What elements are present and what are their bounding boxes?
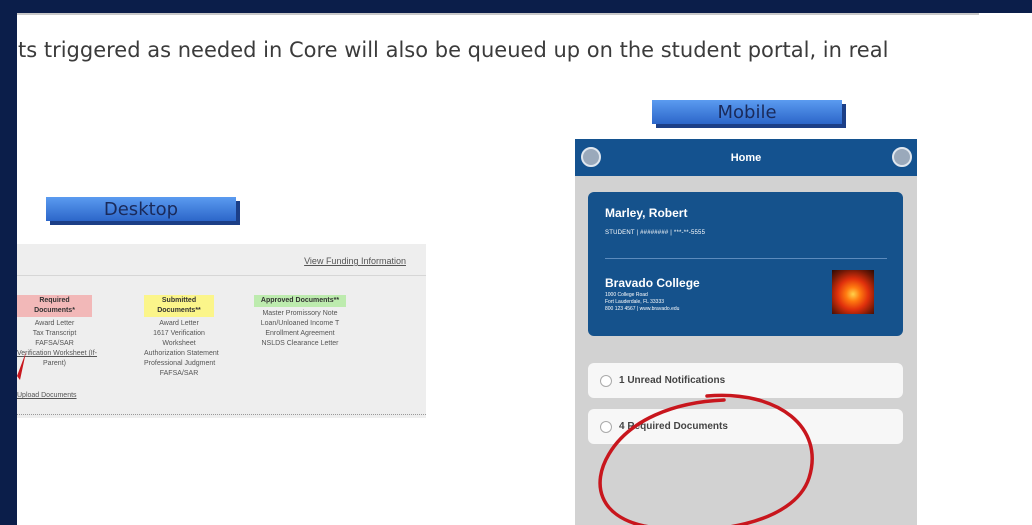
divider: [17, 275, 426, 276]
list-item: Professional Judgment: [144, 360, 216, 367]
divider: [17, 414, 426, 416]
college-name: Bravado College: [605, 276, 700, 290]
college-image: [832, 270, 874, 314]
red-annotation-arrow: [17, 352, 26, 380]
list-item[interactable]: Tax Transcript: [17, 329, 92, 339]
approved-documents-column: Approved Documents** Master Promissory N…: [254, 295, 346, 349]
divider: [605, 258, 887, 259]
mobile-screen-title: Home: [730, 151, 762, 164]
college-address: 1000 College Road Fort Lauderdale, FL 33…: [605, 292, 679, 313]
circle-icon: [600, 374, 612, 387]
list-item: Enrollment Agreement: [265, 330, 335, 337]
column-header: Approved Documents**: [254, 295, 346, 307]
slide-headline: ts triggered as needed in Core will also…: [18, 38, 889, 62]
column-header: Submitted Documents**: [144, 295, 214, 317]
address-line: 800 123 4567 | www.bravado.edu: [605, 306, 680, 312]
submitted-documents-column: Submitted Documents** Award Letter 1617 …: [144, 295, 219, 379]
slide: ts triggered as needed in Core will also…: [17, 13, 1032, 525]
desktop-tag: Desktop: [46, 197, 236, 221]
view-funding-link[interactable]: View Funding Information: [304, 256, 406, 266]
list-item[interactable]: Award Letter: [17, 319, 92, 329]
profile-icon[interactable]: [892, 147, 912, 167]
address-line: 1000 College Road: [605, 292, 648, 298]
notifications-label: 1 Unread Notifications: [619, 375, 726, 386]
address-line: Fort Lauderdale, FL 33333: [605, 299, 665, 305]
list-item: 1617 Verification: [153, 330, 205, 337]
desktop-screenshot: View Funding Information Required Docume…: [17, 244, 426, 418]
red-annotation-circle: [598, 393, 814, 525]
list-item: Authorization Statement: [144, 350, 219, 357]
student-id-line: STUDENT | ######## | ***-**-5555: [605, 230, 706, 236]
list-item[interactable]: FAFSA/SAR: [17, 339, 92, 349]
list-item: FAFSA/SAR: [159, 370, 199, 377]
student-card: Marley, Robert STUDENT | ######## | ***-…: [588, 192, 903, 336]
column-header: Required Documents*: [17, 295, 92, 317]
list-item: Award Letter: [159, 320, 199, 327]
list-item: Master Promissory Note: [262, 310, 338, 317]
list-item: Worksheet: [162, 340, 196, 347]
list-item: Loan/Unloaned Income T: [260, 320, 340, 327]
list-item: NSLDS Clearance Letter: [261, 340, 339, 347]
top-divider: [17, 13, 979, 15]
mobile-tag: Mobile: [652, 100, 842, 124]
student-name: Marley, Robert: [605, 206, 688, 220]
